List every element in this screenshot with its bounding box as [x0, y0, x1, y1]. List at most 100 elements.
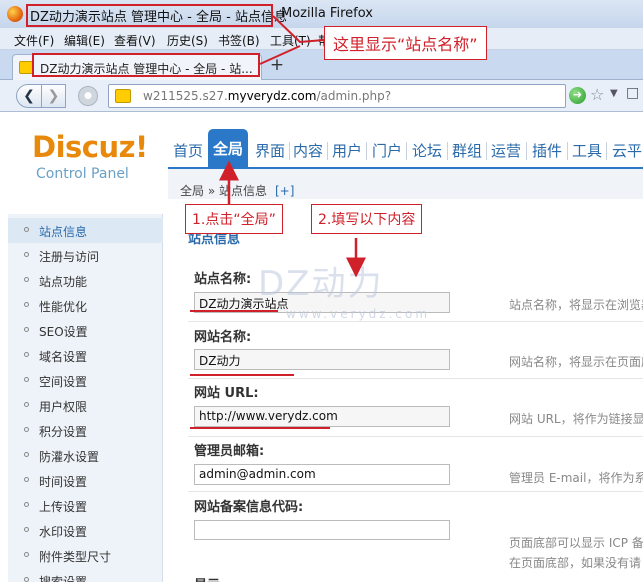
web-name-hint: 网站名称，将显示在页面底	[509, 355, 643, 369]
sidebar-item-performance[interactable]: 性能优化	[8, 293, 163, 318]
menu-bookmarks[interactable]: 书签(B)	[218, 32, 260, 49]
field-divider	[188, 436, 643, 437]
bullet-icon	[24, 502, 29, 507]
site-url-label: 网站 URL:	[194, 386, 259, 401]
sidebar-item-site-info[interactable]: 站点信息	[8, 218, 163, 243]
admin-email-input[interactable]: admin@admin.com	[194, 464, 450, 485]
tab-highlight-box	[32, 53, 260, 77]
sidebar-item-label: 水印设置	[39, 525, 88, 539]
menu-bar: 文件(F) 编辑(E) 查看(V) 历史(S) 书签(B) 工具(T) 帮	[0, 28, 643, 50]
nav-separator	[447, 142, 448, 160]
site-name-hint: 站点名称，将显示在浏览器	[509, 298, 643, 312]
annotation-step1: 1.点击“全局”	[185, 204, 283, 234]
field-divider	[188, 491, 643, 492]
search-engine-icon[interactable]: □	[626, 85, 639, 101]
menu-file[interactable]: 文件(F)	[14, 32, 54, 49]
menu-edit[interactable]: 编辑(E)	[64, 32, 105, 49]
sidebar-item-domain[interactable]: 域名设置	[8, 343, 163, 368]
nav-tools[interactable]: 工具	[572, 140, 602, 161]
discuz-logo: Discuz!	[32, 130, 148, 164]
bookmark-star-icon[interactable]: ☆	[590, 85, 604, 104]
bullet-icon	[24, 527, 29, 532]
stop-icon[interactable]: ●	[78, 86, 98, 106]
sidebar-item-credits[interactable]: 积分设置	[8, 418, 163, 443]
nav-forum[interactable]: 论坛	[412, 140, 442, 161]
sidebar-item-permissions[interactable]: 用户权限	[8, 393, 163, 418]
watermark-url: www.verydz.com	[286, 307, 431, 321]
admin-email-hint: 管理员 E-mail，将作为系	[509, 471, 643, 485]
url-prefix: w211525.s27.	[143, 89, 228, 103]
control-panel-subtitle: Control Panel	[36, 166, 129, 182]
nav-groups[interactable]: 群组	[452, 140, 482, 161]
menu-tools[interactable]: 工具(T)	[270, 32, 311, 49]
favicon-icon	[19, 61, 33, 74]
icp-label: 网站备案信息代码:	[194, 500, 304, 515]
bullet-icon	[24, 427, 29, 432]
nav-plugins[interactable]: 插件	[532, 140, 562, 161]
site-identity-icon[interactable]	[115, 89, 131, 103]
sidebar-item-antispam[interactable]: 防灌水设置	[8, 443, 163, 468]
nav-interface[interactable]: 界面	[255, 140, 285, 161]
sidebar-item-label: 域名设置	[39, 350, 88, 364]
sidebar-item-label: 空间设置	[39, 375, 88, 389]
nav-content[interactable]: 内容	[293, 140, 323, 161]
nav-operations[interactable]: 运营	[491, 140, 521, 161]
sidebar-item-label: 上传设置	[39, 500, 88, 514]
icp-input[interactable]	[194, 520, 450, 540]
nav-separator	[327, 142, 328, 160]
sidebar-item-label: 性能优化	[39, 300, 88, 314]
url-bar[interactable]: w211525.s27.myverydz.com/admin.php?	[108, 84, 566, 108]
go-icon[interactable]: ➜	[569, 87, 586, 104]
bullet-icon	[24, 452, 29, 457]
nav-separator	[526, 142, 527, 160]
icp-hint: 页面底部可以显示 ICP 备	[509, 536, 643, 550]
bullet-icon	[24, 477, 29, 482]
bullet-icon	[24, 277, 29, 282]
nav-separator	[366, 142, 367, 160]
forward-button[interactable]: ❯	[42, 84, 66, 108]
sidebar-item-label: 注册与访问	[39, 250, 100, 264]
breadcrumb-text: 全局 » 站点信息	[180, 184, 267, 198]
underline-web-name	[190, 374, 294, 376]
sidebar-item-label: SEO设置	[39, 325, 88, 339]
web-name-input[interactable]: DZ动力	[194, 349, 450, 370]
back-button[interactable]: ❮	[16, 84, 42, 108]
bullet-icon	[24, 227, 29, 232]
sidebar-item-upload[interactable]: 上传设置	[8, 493, 163, 518]
site-url-input[interactable]: http://www.verydz.com	[194, 406, 450, 427]
sidebar-item-search[interactable]: 搜索设置	[8, 568, 163, 582]
sidebar-item-features[interactable]: 站点功能	[8, 268, 163, 293]
bullet-icon	[24, 552, 29, 557]
sidebar-item-watermark[interactable]: 水印设置	[8, 518, 163, 543]
app-name: Mozilla Firefox	[281, 6, 373, 21]
admin-email-label: 管理员邮箱:	[194, 444, 265, 459]
underline-site-url	[190, 427, 330, 429]
settings-form: 站点信息 站点名称: DZ动力演示站点 站点名称，将显示在浏览器 网站名称: D…	[168, 212, 643, 582]
breadcrumb: 全局 » 站点信息 [+]	[180, 182, 294, 199]
nav-cloud[interactable]: 云平	[612, 140, 642, 161]
sidebar-item-attachments[interactable]: 附件类型尺寸	[8, 543, 163, 568]
nav-portal[interactable]: 门户	[372, 140, 402, 161]
dropdown-icon[interactable]: ▼	[610, 88, 618, 99]
nav-home[interactable]: 首页	[173, 140, 203, 161]
sidebar: 站点信息 注册与访问 站点功能 性能优化 SEO设置 域名设置 空间设置 用户权…	[8, 214, 163, 582]
sidebar-item-register[interactable]: 注册与访问	[8, 243, 163, 268]
new-tab-button[interactable]: +	[268, 54, 286, 76]
underline-site-name	[190, 310, 278, 312]
site-name-label: 站点名称:	[194, 272, 252, 287]
web-name-label: 网站名称:	[194, 330, 252, 345]
breadcrumb-add-button[interactable]: [+]	[275, 184, 294, 198]
menu-history[interactable]: 历史(S)	[167, 32, 208, 49]
sidebar-item-label: 站点功能	[39, 275, 88, 289]
bullet-icon	[24, 577, 29, 582]
bullet-icon	[24, 302, 29, 307]
menu-view[interactable]: 查看(V)	[114, 32, 156, 49]
title-highlight-box	[26, 4, 273, 27]
sidebar-item-time[interactable]: 时间设置	[8, 468, 163, 493]
sidebar-item-seo[interactable]: SEO设置	[8, 318, 163, 343]
nav-users[interactable]: 用户	[332, 140, 362, 161]
bullet-icon	[24, 327, 29, 332]
sidebar-item-label: 积分设置	[39, 425, 88, 439]
sidebar-item-space[interactable]: 空间设置	[8, 368, 163, 393]
nav-global-active[interactable]: 全局	[208, 129, 248, 169]
